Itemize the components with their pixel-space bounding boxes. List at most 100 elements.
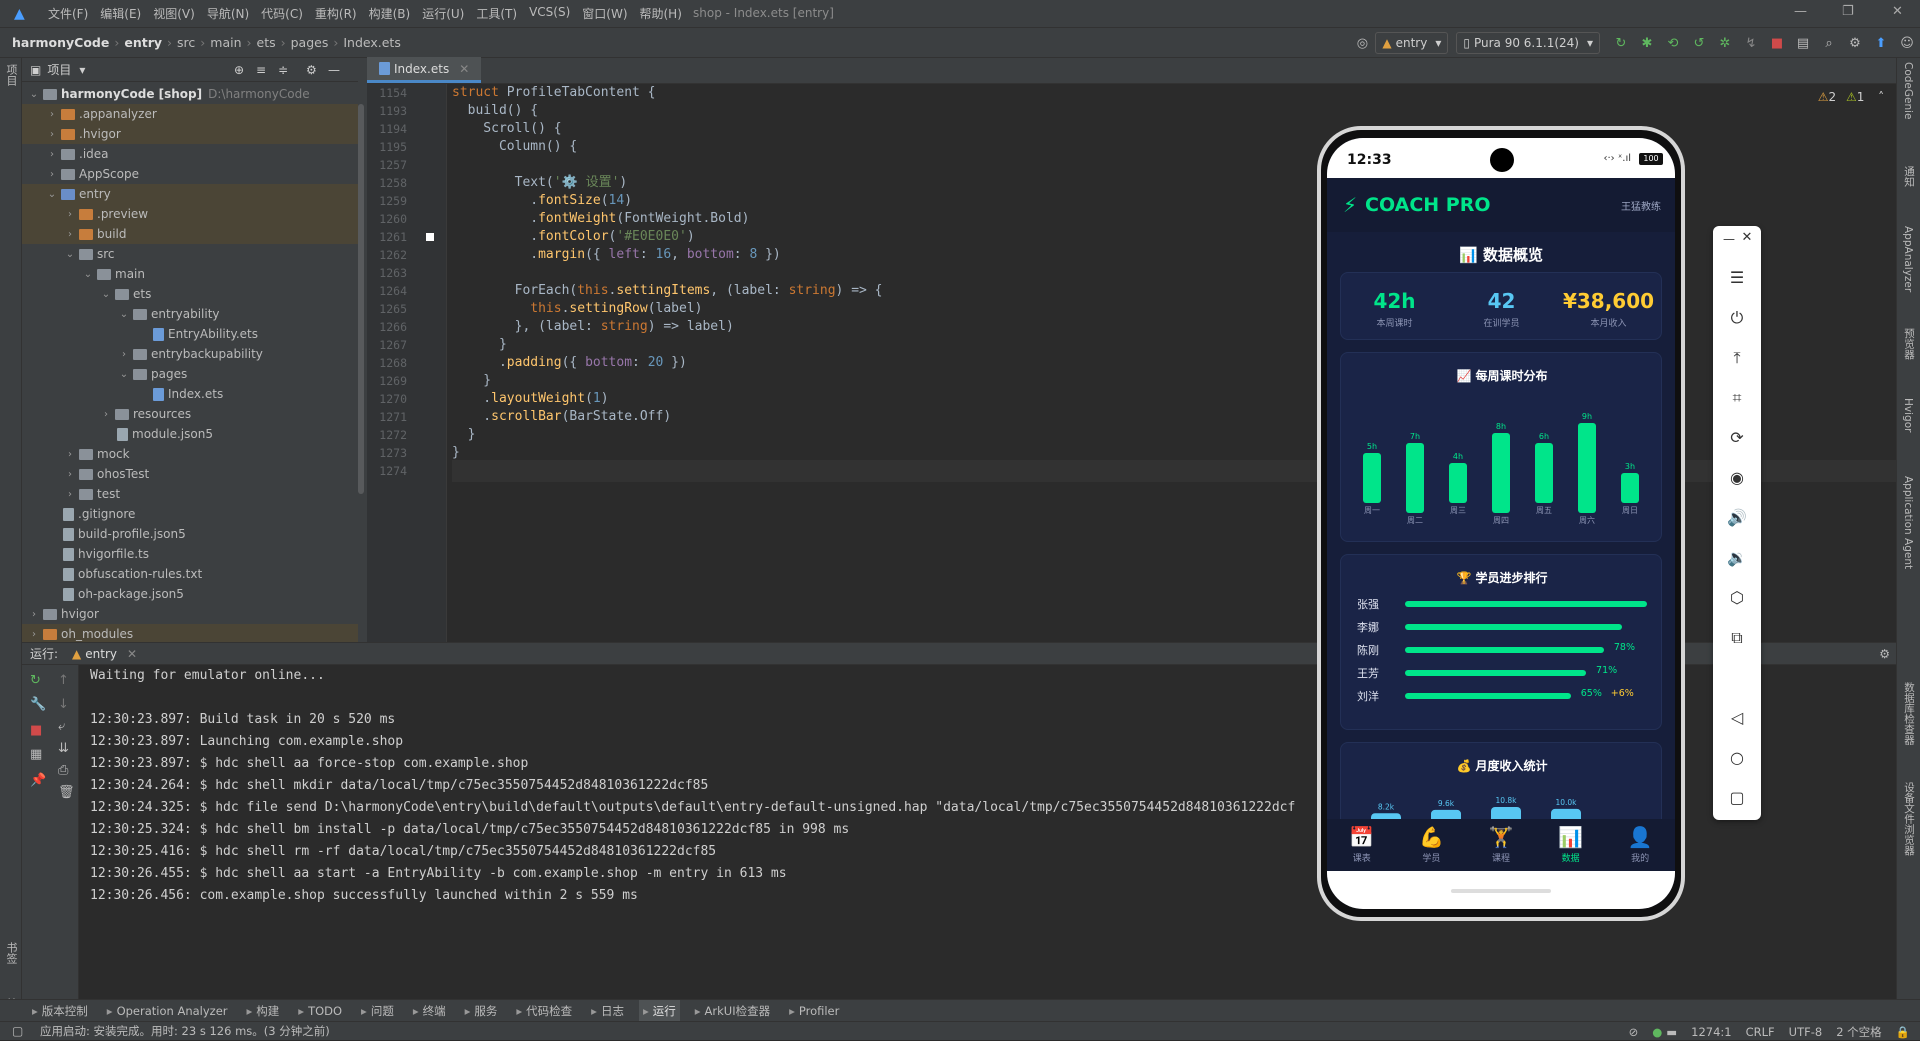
- ranking-row[interactable]: 王芳 71%: [1357, 664, 1663, 680]
- breadcrumb-item[interactable]: entry: [124, 35, 162, 50]
- chevron-down-icon[interactable]: ⌄: [100, 289, 112, 300]
- menu-item[interactable]: 重构(R): [315, 5, 357, 22]
- right-tool-tab[interactable]: 预览器: [1902, 328, 1917, 360]
- app-nav-item[interactable]: 👤 我的: [1605, 819, 1675, 871]
- expand-all-icon[interactable]: ≡: [256, 63, 266, 77]
- collapse-all-icon[interactable]: ≑: [278, 63, 288, 77]
- run-config-select[interactable]: ▲ entry ▾: [1375, 32, 1449, 54]
- app-nav-item[interactable]: 🏋 课程: [1466, 819, 1536, 871]
- file-encoding[interactable]: UTF-8: [1789, 1025, 1823, 1039]
- tree-item[interactable]: › test: [22, 484, 367, 504]
- chevron-right-icon[interactable]: ›: [46, 149, 58, 160]
- chevron-right-icon[interactable]: ›: [100, 409, 112, 420]
- chevron-right-icon[interactable]: ›: [64, 229, 76, 240]
- menu-item[interactable]: 文件(F): [48, 5, 88, 22]
- fold-icon[interactable]: ⬡: [1713, 588, 1761, 607]
- tree-root[interactable]: ⌄ harmonyCode [shop] D:\harmonyCode: [22, 84, 367, 104]
- right-tool-tab[interactable]: AppAnalyzer: [1902, 226, 1914, 292]
- bug-icon[interactable]: ✲: [1714, 32, 1736, 54]
- chevron-down-icon[interactable]: ▾: [79, 63, 85, 77]
- menu-item[interactable]: 编辑(E): [100, 5, 141, 22]
- bottom-tab[interactable]: ▸ 日志: [587, 1000, 628, 1022]
- chevron-right-icon[interactable]: ›: [64, 209, 76, 220]
- chevron-right-icon[interactable]: ›: [64, 449, 76, 460]
- breadcrumb-item[interactable]: Index.ets: [343, 35, 401, 50]
- weekly-bar[interactable]: [1406, 443, 1424, 513]
- chevron-right-icon[interactable]: ›: [46, 109, 58, 120]
- tree-item[interactable]: ⌄ entryability: [22, 304, 367, 324]
- wrench-icon[interactable]: 🔧: [30, 697, 46, 712]
- chevron-down-icon[interactable]: ⌄: [118, 369, 130, 380]
- breadcrumb-item[interactable]: main: [210, 35, 241, 50]
- bottom-tab[interactable]: ▸ Profiler: [785, 1000, 843, 1022]
- menu-item[interactable]: 导航(N): [207, 5, 249, 22]
- app-nav-item[interactable]: 💪 学员: [1397, 819, 1467, 871]
- breakpoint-marker[interactable]: [426, 233, 434, 241]
- menu-item[interactable]: 工具(T): [476, 5, 517, 22]
- gear-icon[interactable]: ⚙: [306, 63, 317, 77]
- tree-item[interactable]: › .idea: [22, 144, 367, 164]
- right-tool-tab[interactable]: 通知: [1902, 166, 1917, 187]
- refresh-icon[interactable]: ↺: [1688, 32, 1710, 54]
- rerun-icon[interactable]: ↻: [30, 673, 41, 688]
- tree-item[interactable]: build-profile.json5: [22, 524, 367, 544]
- bottom-tab[interactable]: ▸ 问题: [357, 1000, 398, 1022]
- layout-icon[interactable]: ▦: [30, 747, 42, 762]
- menu-item[interactable]: VCS(S): [529, 5, 570, 22]
- bookmarks-tool-tab[interactable]: 书签: [3, 942, 19, 964]
- tree-item[interactable]: ⌄ ets: [22, 284, 367, 304]
- tree-item[interactable]: ⌄ src: [22, 244, 367, 264]
- weekly-bar[interactable]: [1621, 473, 1639, 503]
- menu-item[interactable]: 窗口(W): [582, 5, 627, 22]
- tree-item[interactable]: › resources: [22, 404, 367, 424]
- close-icon[interactable]: ✕: [459, 62, 469, 76]
- chevron-down-icon[interactable]: ⌄: [46, 189, 58, 200]
- volume-up-icon[interactable]: 🔊: [1713, 508, 1761, 527]
- weekly-bar[interactable]: [1449, 463, 1467, 503]
- chevron-right-icon[interactable]: ›: [46, 129, 58, 140]
- chevron-right-icon[interactable]: ›: [46, 169, 58, 180]
- scroll-end-icon[interactable]: ⇊: [58, 741, 69, 756]
- bottom-tab[interactable]: ▸ 构建: [243, 1000, 284, 1022]
- chevron-right-icon[interactable]: ›: [28, 609, 40, 620]
- tree-item[interactable]: obfuscation-rules.txt: [22, 564, 367, 584]
- minimize-icon[interactable]: —: [1794, 4, 1807, 19]
- recents-icon[interactable]: ▢: [1713, 788, 1761, 807]
- chevron-up-icon[interactable]: ˄: [1878, 90, 1884, 104]
- lock-file-icon[interactable]: 🔒: [1896, 1025, 1910, 1039]
- right-tool-tab[interactable]: 数据库检查器: [1902, 682, 1917, 745]
- print-icon[interactable]: ⎙: [58, 763, 68, 778]
- cursor-position[interactable]: 1274:1: [1691, 1025, 1731, 1039]
- tree-item[interactable]: › oh_modules: [22, 624, 367, 644]
- stop-icon[interactable]: ■: [30, 723, 42, 738]
- close-icon[interactable]: ✕: [1723, 230, 1771, 245]
- memory-indicator[interactable]: ▬: [1666, 1025, 1677, 1039]
- bottom-tab[interactable]: ▸ TODO: [294, 1000, 346, 1022]
- maximize-icon[interactable]: ❐: [1842, 4, 1854, 19]
- weekly-bar[interactable]: [1578, 423, 1596, 513]
- chevron-down-icon[interactable]: ⌄: [118, 309, 130, 320]
- right-tool-tab[interactable]: CodeGenie: [1902, 62, 1914, 120]
- tree-item[interactable]: › AppScope: [22, 164, 367, 184]
- tree-item[interactable]: ⌄ main: [22, 264, 367, 284]
- chevron-down-icon[interactable]: ⌄: [82, 269, 94, 280]
- tree-item[interactable]: › hvigor: [22, 604, 367, 624]
- search-icon[interactable]: ⌕: [1818, 32, 1840, 54]
- chevron-down-icon[interactable]: ⌄: [28, 89, 40, 100]
- settings-icon[interactable]: ⚙: [1844, 32, 1866, 54]
- pin-top-icon[interactable]: ⤒: [1713, 348, 1761, 368]
- soft-wrap-icon[interactable]: ⤶: [58, 719, 65, 734]
- weekly-bar[interactable]: [1492, 433, 1510, 513]
- locate-icon[interactable]: ⊕: [234, 63, 244, 77]
- update-icon[interactable]: ⬆: [1870, 32, 1892, 54]
- inspection-widget[interactable]: ⚠2 ⚠1 ˄ ˅: [1818, 90, 1902, 104]
- tree-item[interactable]: › .preview: [22, 204, 367, 224]
- tree-item[interactable]: oh-package.json5: [22, 584, 367, 604]
- tree-item[interactable]: › .appanalyzer: [22, 104, 367, 124]
- menu-item[interactable]: 构建(B): [369, 5, 411, 22]
- tree-item[interactable]: › entrybackupability: [22, 344, 367, 364]
- tree-item[interactable]: module.json5: [22, 424, 367, 444]
- app-nav-item[interactable]: 📊 数据: [1536, 819, 1606, 871]
- bottom-tab[interactable]: ▸ ArkUI检查器: [691, 1000, 774, 1022]
- device-manager-icon[interactable]: ▤: [1792, 32, 1814, 54]
